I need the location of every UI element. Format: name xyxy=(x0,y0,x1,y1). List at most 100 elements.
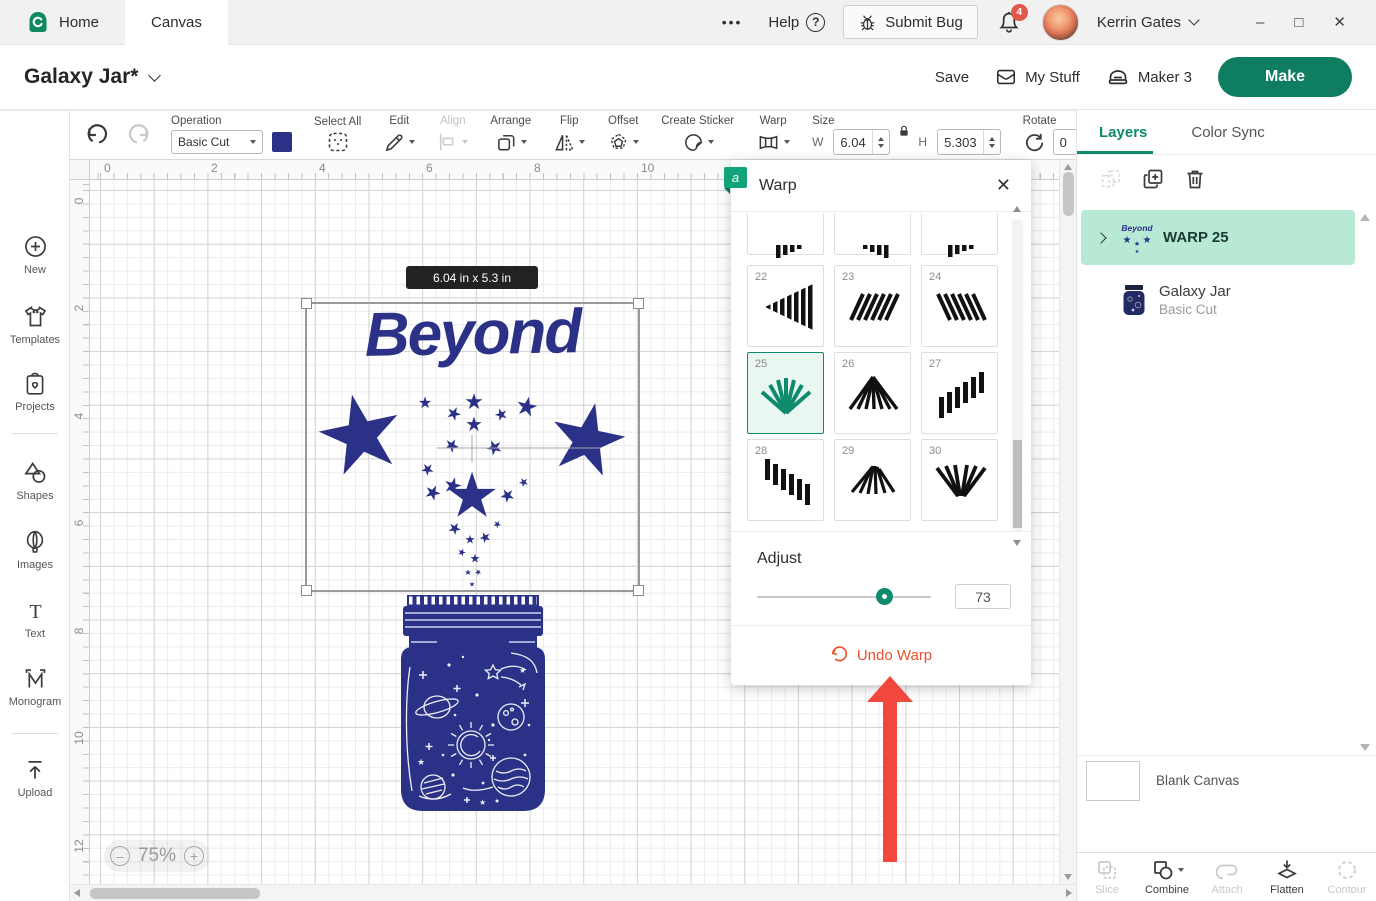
user-menu[interactable]: Kerrin Gates xyxy=(1097,14,1198,31)
zoom-in-button[interactable]: + xyxy=(184,846,204,866)
horizontal-scrollbar[interactable] xyxy=(70,884,1076,901)
sidebar-item-text[interactable]: T Text xyxy=(0,599,70,640)
action-label: Attach xyxy=(1211,884,1242,896)
make-button[interactable]: Make xyxy=(1218,57,1352,97)
adjust-value-input[interactable]: 73 xyxy=(955,584,1011,609)
tab-home[interactable]: Home xyxy=(0,0,125,45)
contour-button[interactable]: Contour xyxy=(1317,858,1376,896)
flatten-button[interactable]: Flatten xyxy=(1257,858,1317,896)
lock-icon[interactable] xyxy=(896,123,912,139)
contour-icon xyxy=(1335,858,1359,882)
layer-row-warp25[interactable]: Beyond ★★★★ WARP 25 xyxy=(1081,210,1355,265)
slice-button[interactable]: Slice xyxy=(1077,858,1137,896)
submit-bug-button[interactable]: Submit Bug xyxy=(843,5,978,39)
sidebar-item-projects[interactable]: Projects xyxy=(0,371,70,413)
select-all-label: Select All xyxy=(314,116,361,128)
my-stuff-button[interactable]: My Stuff xyxy=(995,66,1080,88)
flip-menu[interactable]: Flip xyxy=(542,115,596,155)
sidebar-item-upload[interactable]: Upload xyxy=(0,757,70,799)
sidebar-item-images[interactable]: Images xyxy=(0,529,70,571)
tab-layers[interactable]: Layers xyxy=(1077,124,1169,141)
canvas-color-swatch[interactable] xyxy=(1086,761,1140,801)
pencil-icon xyxy=(383,131,406,154)
offset-menu[interactable]: Offset xyxy=(596,115,650,155)
width-stepper[interactable] xyxy=(872,130,889,154)
tab-color-sync[interactable]: Color Sync xyxy=(1169,124,1286,141)
group-icon[interactable] xyxy=(1099,167,1123,191)
warp-style-tile-24[interactable]: 24 xyxy=(921,265,998,347)
sidebar-item-templates[interactable]: Templates xyxy=(0,303,70,346)
close-panel-button[interactable]: ✕ xyxy=(996,175,1011,196)
scrollbar-thumb[interactable] xyxy=(90,888,260,899)
save-button[interactable]: Save xyxy=(935,69,969,86)
monogram-icon xyxy=(22,665,49,692)
galaxy-jar-object[interactable]: ★ ★ ★ xyxy=(393,595,553,813)
height-input[interactable]: 5.303 xyxy=(937,129,1001,155)
overflow-menu-icon[interactable]: ••• xyxy=(714,14,751,30)
user-avatar[interactable] xyxy=(1042,4,1079,41)
scroll-left-icon[interactable] xyxy=(74,889,80,897)
minimize-button[interactable]: – xyxy=(1256,14,1264,31)
warp-style-tile-22[interactable]: 22 xyxy=(747,265,824,347)
vertical-scrollbar[interactable] xyxy=(1059,160,1076,884)
color-swatch[interactable] xyxy=(272,132,292,152)
notifications-button[interactable]: 4 xyxy=(996,8,1024,36)
edit-menu[interactable]: Edit xyxy=(372,115,426,155)
scroll-right-icon[interactable] xyxy=(1066,889,1072,897)
scrollbar-thumb[interactable] xyxy=(1063,172,1074,216)
rotate-icon[interactable] xyxy=(1023,131,1046,154)
warp-style-tile-30[interactable]: 30 xyxy=(921,439,998,521)
arrange-menu[interactable]: Arrange xyxy=(479,115,542,155)
machine-select[interactable]: Maker 3 xyxy=(1106,65,1192,89)
help-button[interactable]: Help ? xyxy=(768,13,825,32)
scroll-up-icon[interactable] xyxy=(1360,214,1370,221)
scroll-down-icon[interactable] xyxy=(1064,874,1072,880)
create-sticker-menu[interactable]: Create Sticker xyxy=(650,115,745,155)
warp-style-tile-25-selected[interactable]: 25 xyxy=(747,352,824,434)
warp-style-tile-28[interactable]: 28 xyxy=(747,439,824,521)
sticker-icon xyxy=(682,131,705,154)
adjust-slider-knob[interactable] xyxy=(876,588,893,605)
resize-handle-ne[interactable] xyxy=(633,298,644,309)
resize-handle-nw[interactable] xyxy=(301,298,312,309)
warp-panel-scrollbar[interactable] xyxy=(1012,220,1023,532)
adjust-slider-track[interactable] xyxy=(757,596,931,598)
project-title-menu[interactable]: Galaxy Jar* xyxy=(24,65,159,89)
attach-button[interactable]: Attach xyxy=(1197,858,1257,896)
close-button[interactable]: ✕ xyxy=(1333,13,1346,31)
warp-style-tile-partial[interactable] xyxy=(921,213,998,255)
trash-icon[interactable] xyxy=(1183,167,1207,191)
warp-style-tile-partial[interactable] xyxy=(834,213,911,255)
resize-handle-sw[interactable] xyxy=(301,585,312,596)
warp-style-tile-partial[interactable] xyxy=(747,213,824,255)
height-stepper[interactable] xyxy=(983,130,1000,154)
warp-style-tile-26[interactable]: 26 xyxy=(834,352,911,434)
scroll-down-icon[interactable] xyxy=(1360,744,1370,751)
redo-button[interactable] xyxy=(118,122,160,148)
warp-style-tile-27[interactable]: 27 xyxy=(921,352,998,434)
sidebar-item-new[interactable]: New xyxy=(0,233,70,276)
resize-handle-se[interactable] xyxy=(633,585,644,596)
combine-button[interactable]: Combine xyxy=(1137,858,1197,896)
duplicate-icon[interactable] xyxy=(1141,167,1165,191)
width-input[interactable]: 6.04 xyxy=(833,129,890,155)
warp-style-tile-23[interactable]: 23 xyxy=(834,265,911,347)
operation-select[interactable]: Basic Cut xyxy=(171,130,263,154)
align-menu[interactable]: Align xyxy=(426,115,479,155)
maximize-button[interactable]: □ xyxy=(1294,14,1303,31)
select-all-button[interactable]: Select All xyxy=(303,116,372,154)
blank-canvas-row[interactable]: Blank Canvas xyxy=(1077,755,1376,805)
scroll-up-icon[interactable] xyxy=(1064,164,1072,170)
tab-canvas[interactable]: Canvas xyxy=(125,0,228,45)
zoom-out-button[interactable]: – xyxy=(110,846,130,866)
sidebar-item-shapes[interactable]: Shapes xyxy=(0,459,70,502)
warp-menu[interactable]: Warp xyxy=(745,115,801,155)
sidebar-item-monogram[interactable]: Monogram xyxy=(0,665,70,708)
scroll-up-icon[interactable] xyxy=(1013,206,1021,212)
layer-row-galaxy-jar[interactable]: Galaxy Jar Basic Cut xyxy=(1081,272,1355,327)
scrollbar-thumb[interactable] xyxy=(1013,440,1022,528)
warp-style-tile-29[interactable]: 29 xyxy=(834,439,911,521)
selection-box[interactable] xyxy=(305,302,640,592)
undo-button[interactable] xyxy=(76,122,118,148)
flip-label: Flip xyxy=(560,115,579,127)
